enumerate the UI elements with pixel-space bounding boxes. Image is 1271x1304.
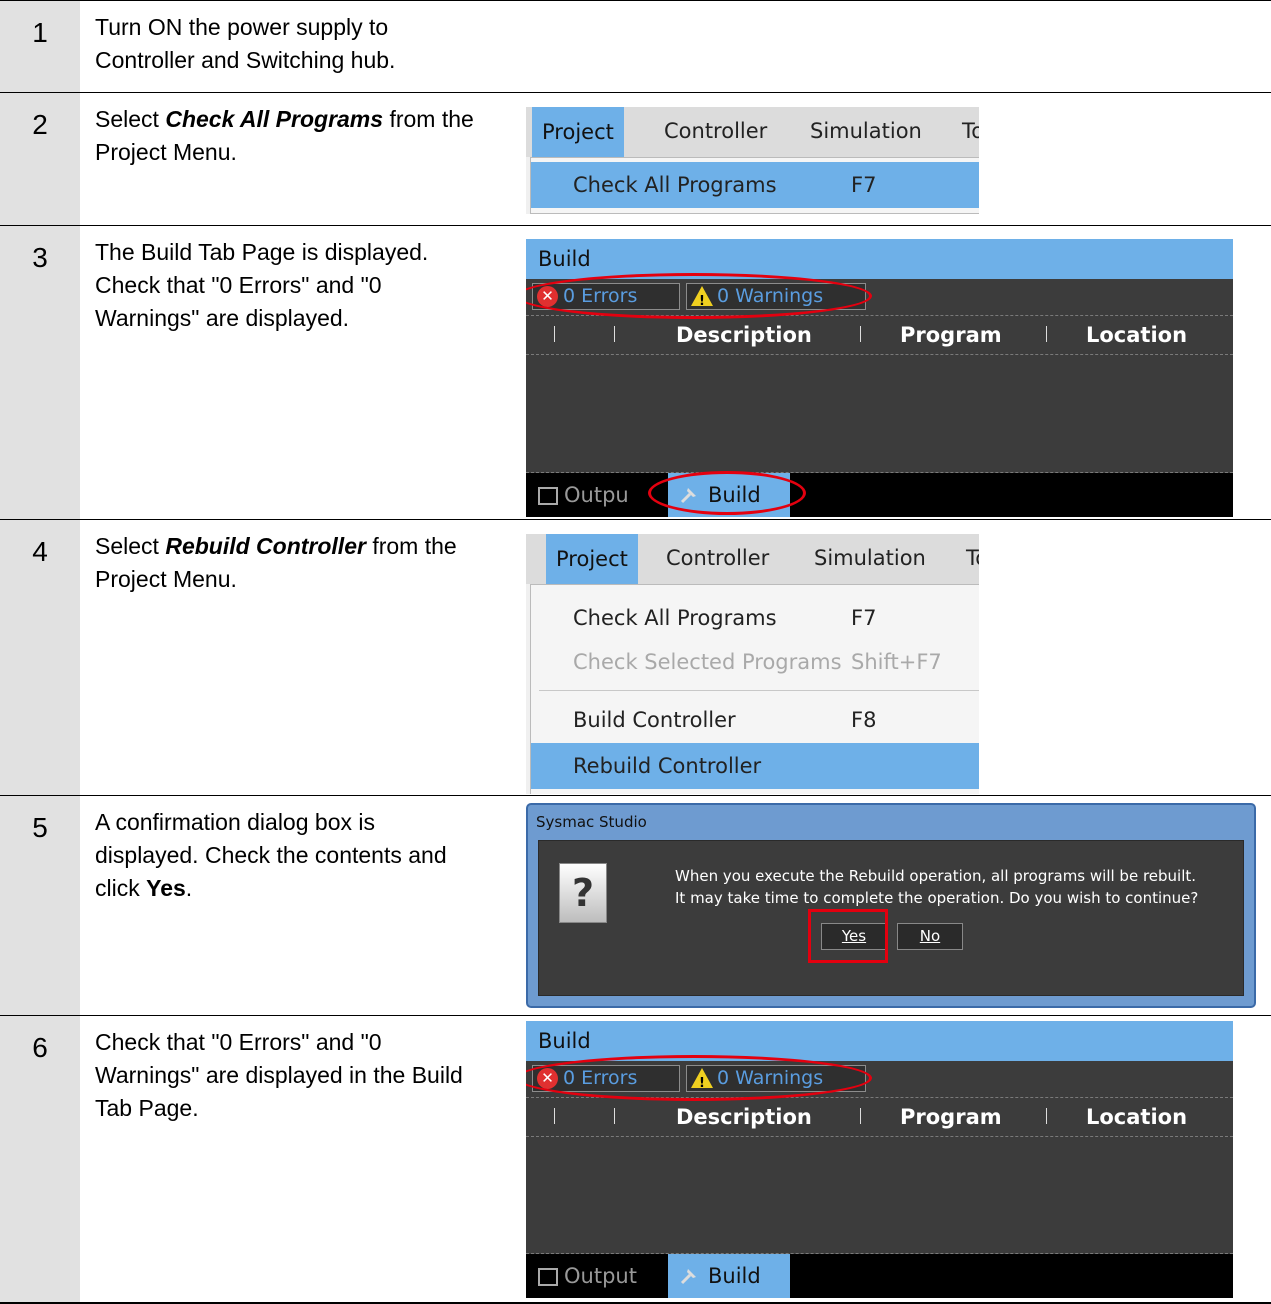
bottom-tab-bar: Output Build — [526, 1254, 1233, 1298]
tab-output[interactable]: Output — [538, 1254, 668, 1298]
step-number: 1 — [32, 17, 48, 48]
output-icon — [538, 1268, 558, 1286]
menu-tools[interactable]: Too — [966, 546, 979, 570]
menu-simulation[interactable]: Simulation — [810, 119, 922, 143]
step-description: A confirmation dialog box is displayed. … — [95, 809, 447, 901]
step-description: Select Check All Programs from the Proje… — [95, 106, 474, 165]
highlight-errors-warnings — [526, 273, 872, 319]
menu-controller[interactable]: Controller — [666, 546, 769, 570]
check-all-programs-item[interactable]: Check All Programs F7 — [531, 162, 979, 208]
menu-separator — [539, 690, 979, 691]
build-panel-title: Build — [526, 1021, 1233, 1061]
project-menu-screenshot: Project Controller Simulation Too Check … — [526, 107, 979, 214]
project-dropdown: Check All Programs F7 Check Selected Pro… — [530, 584, 979, 794]
highlight-errors-warnings — [526, 1055, 872, 1101]
build-column-headers: Description Program Location — [526, 315, 1233, 355]
tab-build[interactable]: Build — [668, 1254, 790, 1298]
build-panel-title: Build — [526, 239, 1233, 279]
column-program[interactable]: Program — [900, 1098, 1002, 1136]
highlight-build-tab — [648, 471, 806, 515]
menu-tools[interactable]: Too — [962, 119, 979, 143]
highlight-yes-button — [808, 909, 888, 963]
build-panel-screenshot: Build ✕ 0 Errors ! 0 Warnings Descriptio… — [526, 239, 1233, 517]
menu-bar: Project Controller Simulation Too — [526, 107, 979, 157]
step-number: 5 — [32, 812, 48, 843]
confirmation-dialog-screenshot: Sysmac Studio ? When you execute the Reb… — [526, 803, 1256, 1008]
step-number: 4 — [32, 536, 48, 567]
menu-project[interactable]: Project — [546, 534, 638, 584]
rebuild-controller-item[interactable]: Rebuild Controller — [531, 743, 979, 789]
check-all-programs-item[interactable]: Check All Programs F7 — [531, 595, 979, 641]
dialog-message: When you execute the Rebuild operation, … — [675, 867, 1199, 907]
step-row-5: 5 A confirmation dialog box is displayed… — [0, 795, 1271, 1015]
step-description: Turn ON the power supply to Controller a… — [95, 14, 396, 73]
column-description[interactable]: Description — [676, 1098, 812, 1136]
menu-command-name: Check All Programs — [165, 106, 384, 132]
build-results-area — [526, 355, 1233, 473]
menu-project[interactable]: Project — [532, 107, 624, 157]
menu-simulation[interactable]: Simulation — [814, 546, 926, 570]
column-description[interactable]: Description — [676, 316, 812, 354]
step-number: 6 — [32, 1032, 48, 1063]
dialog-title: Sysmac Studio — [536, 813, 647, 831]
build-results-area — [526, 1137, 1233, 1254]
menu-command-name: Rebuild Controller — [165, 533, 366, 559]
step-row-3: 3 The Build Tab Page is displayed. Check… — [0, 225, 1271, 519]
menu-bar: Project Controller Simulation Too — [526, 534, 979, 584]
check-selected-programs-item: Check Selected Programs Shift+F7 — [573, 650, 942, 674]
step-description: Select Rebuild Controller from the Proje… — [95, 533, 457, 592]
step-description: Check that "0 Errors" and "0 Warnings" a… — [95, 1029, 463, 1121]
step-row-2: 2 Select Check All Programs from the Pro… — [0, 92, 1271, 225]
build-panel-screenshot: Build ✕ 0 Errors ! 0 Warnings Descriptio… — [526, 1021, 1233, 1298]
project-dropdown: Check All Programs F7 — [530, 157, 979, 214]
build-column-headers: Description Program Location — [526, 1097, 1233, 1137]
hammer-icon — [680, 1269, 696, 1285]
menu-controller[interactable]: Controller — [664, 119, 767, 143]
step-row-6: 6 Check that "0 Errors" and "0 Warnings"… — [0, 1015, 1271, 1303]
step-description: The Build Tab Page is displayed. Check t… — [95, 239, 429, 331]
column-location[interactable]: Location — [1086, 1098, 1187, 1136]
column-location[interactable]: Location — [1086, 316, 1187, 354]
project-menu-screenshot: Project Controller Simulation Too Check … — [526, 534, 979, 794]
no-button[interactable]: No — [897, 923, 963, 950]
step-number: 2 — [32, 109, 48, 140]
question-icon: ? — [559, 863, 607, 923]
table-bottom-border — [0, 1302, 1271, 1304]
step-row-4: 4 Select Rebuild Controller from the Pro… — [0, 519, 1271, 795]
button-name: Yes — [146, 875, 186, 901]
output-icon — [538, 487, 558, 505]
step-number: 3 — [32, 242, 48, 273]
dialog-body: ? When you execute the Rebuild operation… — [538, 840, 1244, 996]
step-row-1: 1 Turn ON the power supply to Controller… — [0, 0, 1271, 92]
build-controller-item[interactable]: Build Controller F8 — [531, 697, 979, 743]
bottom-tab-bar: Outpu Build — [526, 473, 1233, 517]
column-program[interactable]: Program — [900, 316, 1002, 354]
